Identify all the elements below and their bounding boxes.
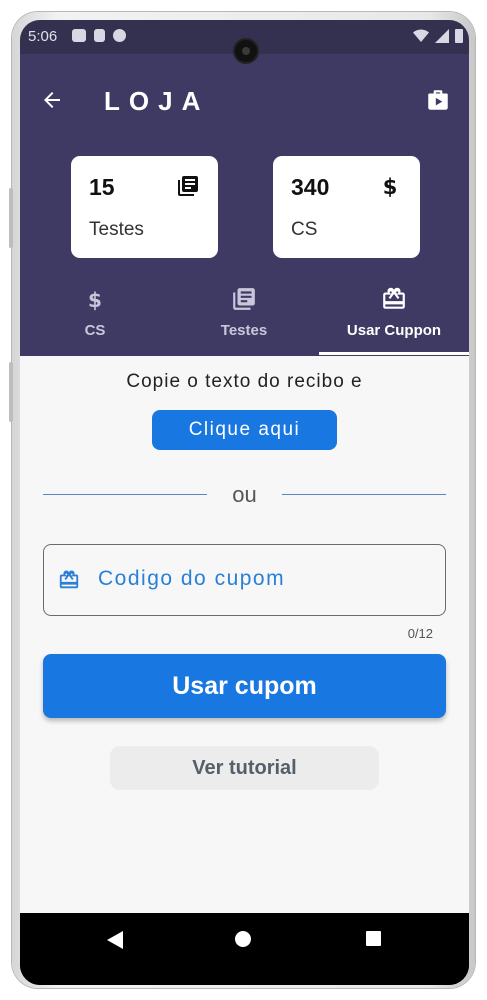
sd-card-icon [94, 29, 105, 42]
arrow-left-icon[interactable] [40, 88, 64, 112]
tab-testes[interactable]: Testes [169, 284, 319, 354]
character-counter: 0/12 [407, 626, 433, 641]
active-tab-indicator [319, 352, 469, 355]
nav-back-icon[interactable] [107, 931, 123, 949]
signal-icon [435, 28, 449, 43]
nav-home-icon[interactable] [235, 931, 251, 947]
svg-text:$: $ [383, 175, 398, 198]
library-books-icon [233, 288, 255, 310]
copy-receipt-button[interactable]: Clique aqui [152, 410, 337, 450]
front-camera [233, 38, 259, 64]
cs-count: 340 [291, 174, 330, 200]
divider-text: ou [232, 482, 257, 507]
tab-label: CS [84, 322, 106, 339]
cs-label: CS [291, 219, 318, 240]
wifi-icon [413, 28, 429, 42]
dollar-icon: $ [88, 288, 102, 312]
tests-balance-card: 15 Testes [71, 156, 218, 258]
sync-icon [113, 29, 126, 42]
coupon-code-field[interactable]: Codigo do cupom [43, 544, 446, 616]
tab-label: Usar Cuppon [346, 322, 442, 339]
tests-label: Testes [89, 219, 144, 240]
cs-balance-card: 340 $ CS [273, 156, 420, 258]
instruction-text: Copie o texto do recibo e [126, 371, 363, 392]
app-header: LOJA 15 Testes 340 $ CS $ CS Testes Usar… [20, 54, 469, 356]
shopping-bag-icon[interactable] [425, 87, 451, 113]
tab-usar-cuppon[interactable]: Usar Cuppon [319, 284, 469, 354]
gift-card-icon [59, 570, 79, 589]
tab-label: Testes [220, 322, 268, 339]
dollar-icon: $ [383, 175, 398, 198]
battery-icon [455, 29, 463, 43]
svg-text:$: $ [88, 288, 102, 312]
tab-cs[interactable]: $ CS [20, 284, 170, 354]
coupon-code-placeholder[interactable]: Codigo do cupom [98, 567, 285, 591]
tests-count: 15 [89, 174, 115, 200]
nav-recents-icon[interactable] [366, 931, 381, 946]
volume-button [9, 188, 13, 248]
youtube-icon [72, 29, 86, 42]
library-books-icon [178, 176, 198, 196]
use-coupon-button[interactable]: Usar cupom [43, 654, 446, 718]
status-time: 5:06 [28, 28, 58, 45]
page-title: LOJA [104, 86, 210, 116]
system-navigation-bar [20, 913, 469, 985]
app-screen: LOJA 15 Testes 340 $ CS $ CS Testes Usar… [20, 20, 469, 913]
power-button [9, 362, 13, 422]
view-tutorial-button[interactable]: Ver tutorial [110, 746, 379, 790]
device-screen: LOJA 15 Testes 340 $ CS $ CS Testes Usar… [20, 20, 469, 985]
divider-right [282, 494, 446, 495]
gift-card-icon [383, 287, 405, 309]
